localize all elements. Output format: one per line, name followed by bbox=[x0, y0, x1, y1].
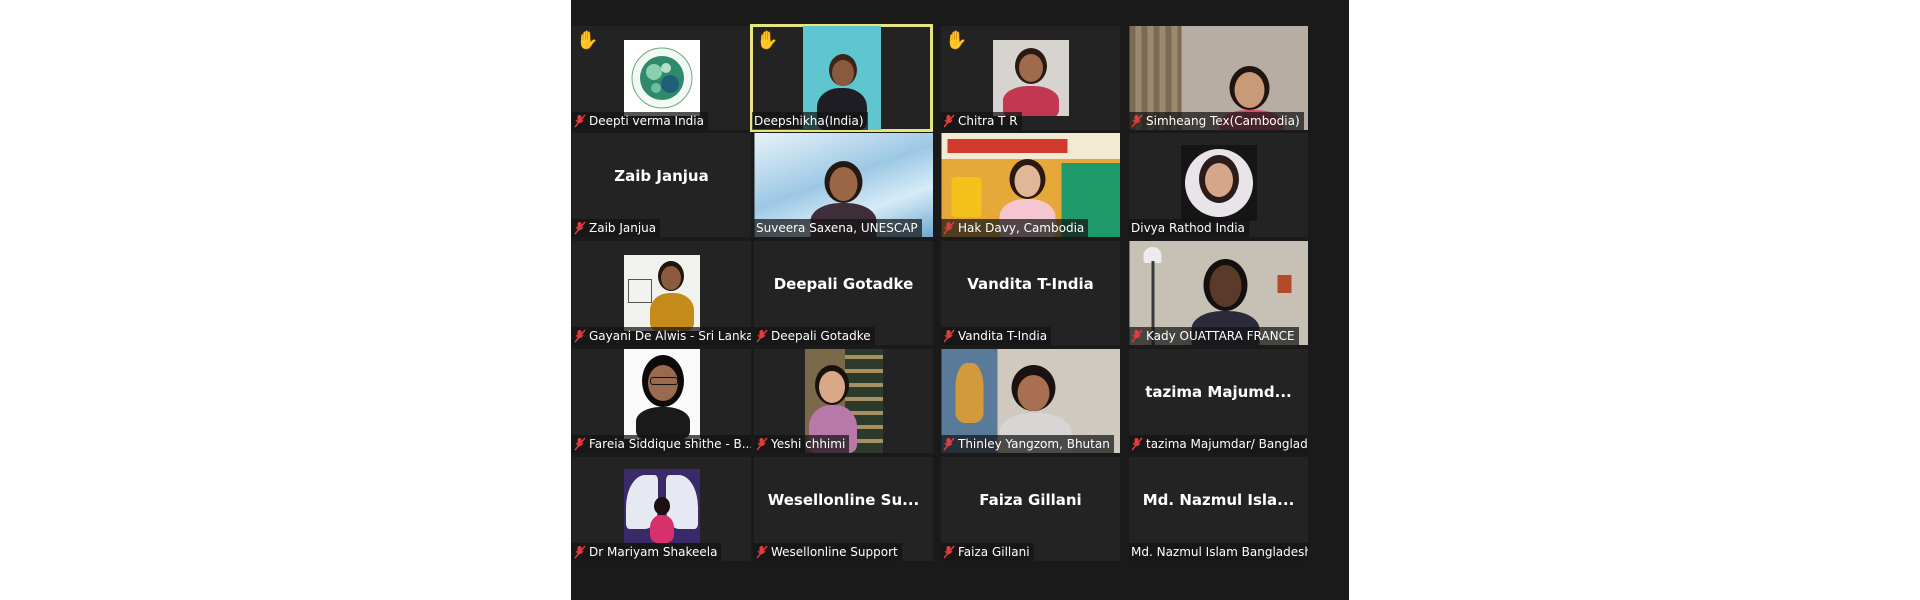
participant-tile[interactable]: Md. Nazmul Isla... Md. Nazmul Islam Bang… bbox=[1129, 457, 1308, 561]
muted-microphone-icon bbox=[756, 329, 768, 343]
participant-display-name: tazima Majumd... bbox=[1145, 383, 1292, 401]
participant-tile[interactable]: ✋ Deepti verma India bbox=[572, 26, 751, 130]
muted-microphone-icon bbox=[756, 545, 768, 559]
participant-name-tag: Chitra T R bbox=[941, 112, 1022, 130]
muted-microphone-icon bbox=[943, 329, 955, 343]
participant-name: Deepti verma India bbox=[589, 114, 704, 128]
participant-name: tazima Majumdar/ Banglad... bbox=[1146, 437, 1308, 451]
participant-name: Hak Davy, Cambodia bbox=[958, 221, 1085, 235]
participant-name: Suveera Saxena, UNESCAP bbox=[756, 221, 918, 235]
participant-name: Deepali Gotadke bbox=[771, 329, 871, 343]
participant-display-name: Wesellonline Su... bbox=[767, 491, 920, 509]
participant-name-tag: Suveera Saxena, UNESCAP bbox=[754, 219, 922, 237]
muted-microphone-icon bbox=[1131, 437, 1143, 451]
participant-tile[interactable]: Wesellonline Su... Wesellonline Support bbox=[754, 457, 933, 561]
participant-tile[interactable]: Vandita T-India Vandita T-India bbox=[941, 241, 1120, 345]
participant-tile[interactable]: Divya Rathod India bbox=[1129, 133, 1308, 237]
raised-hand-icon: ✋ bbox=[945, 30, 968, 51]
participant-tile[interactable]: Kady OUATTARA FRANCE bbox=[1129, 241, 1308, 345]
participant-tile[interactable]: Suveera Saxena, UNESCAP bbox=[754, 133, 933, 237]
participant-name: Divya Rathod India bbox=[1131, 221, 1245, 235]
participant-name: Md. Nazmul Islam Bangladesh bbox=[1131, 545, 1308, 559]
gallery-view: ✋ Deepti verma India ✋ Deepshikha(India) bbox=[571, 0, 1349, 600]
participant-name: Fareia Siddique shithe - B... bbox=[589, 437, 751, 451]
participant-name: Faiza Gillani bbox=[958, 545, 1030, 559]
participant-display-name: Vandita T-India bbox=[967, 275, 1094, 293]
participant-tile[interactable]: Dr Mariyam Shakeela bbox=[572, 457, 751, 561]
raised-hand-icon: ✋ bbox=[756, 30, 779, 51]
muted-microphone-icon bbox=[574, 545, 586, 559]
participant-tile[interactable]: tazima Majumd... tazima Majumdar/ Bangla… bbox=[1129, 349, 1308, 453]
participant-tile[interactable]: Hak Davy, Cambodia bbox=[941, 133, 1120, 237]
muted-microphone-icon bbox=[574, 329, 586, 343]
participant-name-tag: Divya Rathod India bbox=[1129, 219, 1249, 237]
muted-microphone-icon bbox=[574, 221, 586, 235]
participant-name: Zaib Janjua bbox=[589, 221, 657, 235]
participant-tile[interactable]: Deepali Gotadke Deepali Gotadke bbox=[754, 241, 933, 345]
participant-tile[interactable]: Gayani De Alwis - Sri Lanka bbox=[572, 241, 751, 345]
raised-hand-icon: ✋ bbox=[576, 30, 599, 51]
participant-name: Gayani De Alwis - Sri Lanka bbox=[589, 329, 751, 343]
participant-tile[interactable]: Yeshi chhimi bbox=[754, 349, 933, 453]
participant-display-name: Zaib Janjua bbox=[614, 167, 709, 185]
participant-name-tag: Vandita T-India bbox=[941, 327, 1052, 345]
participant-name: Wesellonline Support bbox=[771, 545, 898, 559]
profile-logo bbox=[623, 40, 700, 116]
participant-name: Thinley Yangzom, Bhutan bbox=[958, 437, 1110, 451]
muted-microphone-icon bbox=[574, 437, 586, 451]
participant-name-tag: Kady OUATTARA FRANCE bbox=[1129, 327, 1299, 345]
profile-photo bbox=[1180, 145, 1257, 221]
participant-name-tag: tazima Majumdar/ Banglad... bbox=[1129, 435, 1308, 453]
participant-name: Deepshikha(India) bbox=[754, 114, 864, 128]
participant-tile[interactable]: Zaib Janjua Zaib Janjua bbox=[572, 133, 751, 237]
participant-name: Dr Mariyam Shakeela bbox=[589, 545, 718, 559]
participant-display-name: Md. Nazmul Isla... bbox=[1142, 491, 1295, 509]
participant-tile[interactable]: Faiza Gillani Faiza Gillani bbox=[941, 457, 1120, 561]
muted-microphone-icon bbox=[943, 545, 955, 559]
muted-microphone-icon bbox=[943, 437, 955, 451]
participant-name-tag: Yeshi chhimi bbox=[754, 435, 850, 453]
participant-tile[interactable]: ✋ Chitra T R bbox=[941, 26, 1120, 130]
profile-photo bbox=[623, 349, 700, 439]
video-feed bbox=[992, 40, 1069, 116]
participant-name-tag: Zaib Janjua bbox=[572, 219, 661, 237]
muted-microphone-icon bbox=[943, 221, 955, 235]
participant-name: Yeshi chhimi bbox=[771, 437, 846, 451]
participant-name-tag: Faiza Gillani bbox=[941, 543, 1034, 561]
participant-name: Kady OUATTARA FRANCE bbox=[1146, 329, 1295, 343]
participant-tile[interactable]: Fareia Siddique shithe - B... bbox=[572, 349, 751, 453]
participant-name-tag: Dr Mariyam Shakeela bbox=[572, 543, 722, 561]
participant-name: Simheang Tex(Cambodia) bbox=[1146, 114, 1300, 128]
muted-microphone-icon bbox=[756, 437, 768, 451]
participant-name-tag: Hak Davy, Cambodia bbox=[941, 219, 1089, 237]
participant-name-tag: Md. Nazmul Islam Bangladesh bbox=[1129, 543, 1308, 561]
participant-display-name: Deepali Gotadke bbox=[773, 275, 914, 293]
participant-tile[interactable]: ✋ Simheang Tex(Cambodia) bbox=[1129, 26, 1308, 130]
participant-name-tag: Thinley Yangzom, Bhutan bbox=[941, 435, 1114, 453]
muted-microphone-icon bbox=[1131, 114, 1143, 128]
participant-name-tag: Gayani De Alwis - Sri Lanka bbox=[572, 327, 751, 345]
muted-microphone-icon bbox=[1131, 329, 1143, 343]
participant-name-tag: Deepali Gotadke bbox=[754, 327, 875, 345]
participant-name-tag: Wesellonline Support bbox=[754, 543, 902, 561]
participant-display-name: Faiza Gillani bbox=[979, 491, 1082, 509]
participant-tile[interactable]: Thinley Yangzom, Bhutan bbox=[941, 349, 1120, 453]
participant-name-tag: Fareia Siddique shithe - B... bbox=[572, 435, 751, 453]
muted-microphone-icon bbox=[943, 114, 955, 128]
participant-tile-active-speaker[interactable]: ✋ Deepshikha(India) bbox=[750, 24, 933, 132]
participant-name-tag: Simheang Tex(Cambodia) bbox=[1129, 112, 1304, 130]
participant-name-tag: Deepti verma India bbox=[572, 112, 708, 130]
participant-name-tag: Deepshikha(India) bbox=[752, 112, 868, 130]
participant-name: Chitra T R bbox=[958, 114, 1018, 128]
muted-microphone-icon bbox=[574, 114, 586, 128]
profile-photo bbox=[623, 255, 700, 331]
participant-name: Vandita T-India bbox=[958, 329, 1048, 343]
profile-photo bbox=[623, 469, 700, 543]
